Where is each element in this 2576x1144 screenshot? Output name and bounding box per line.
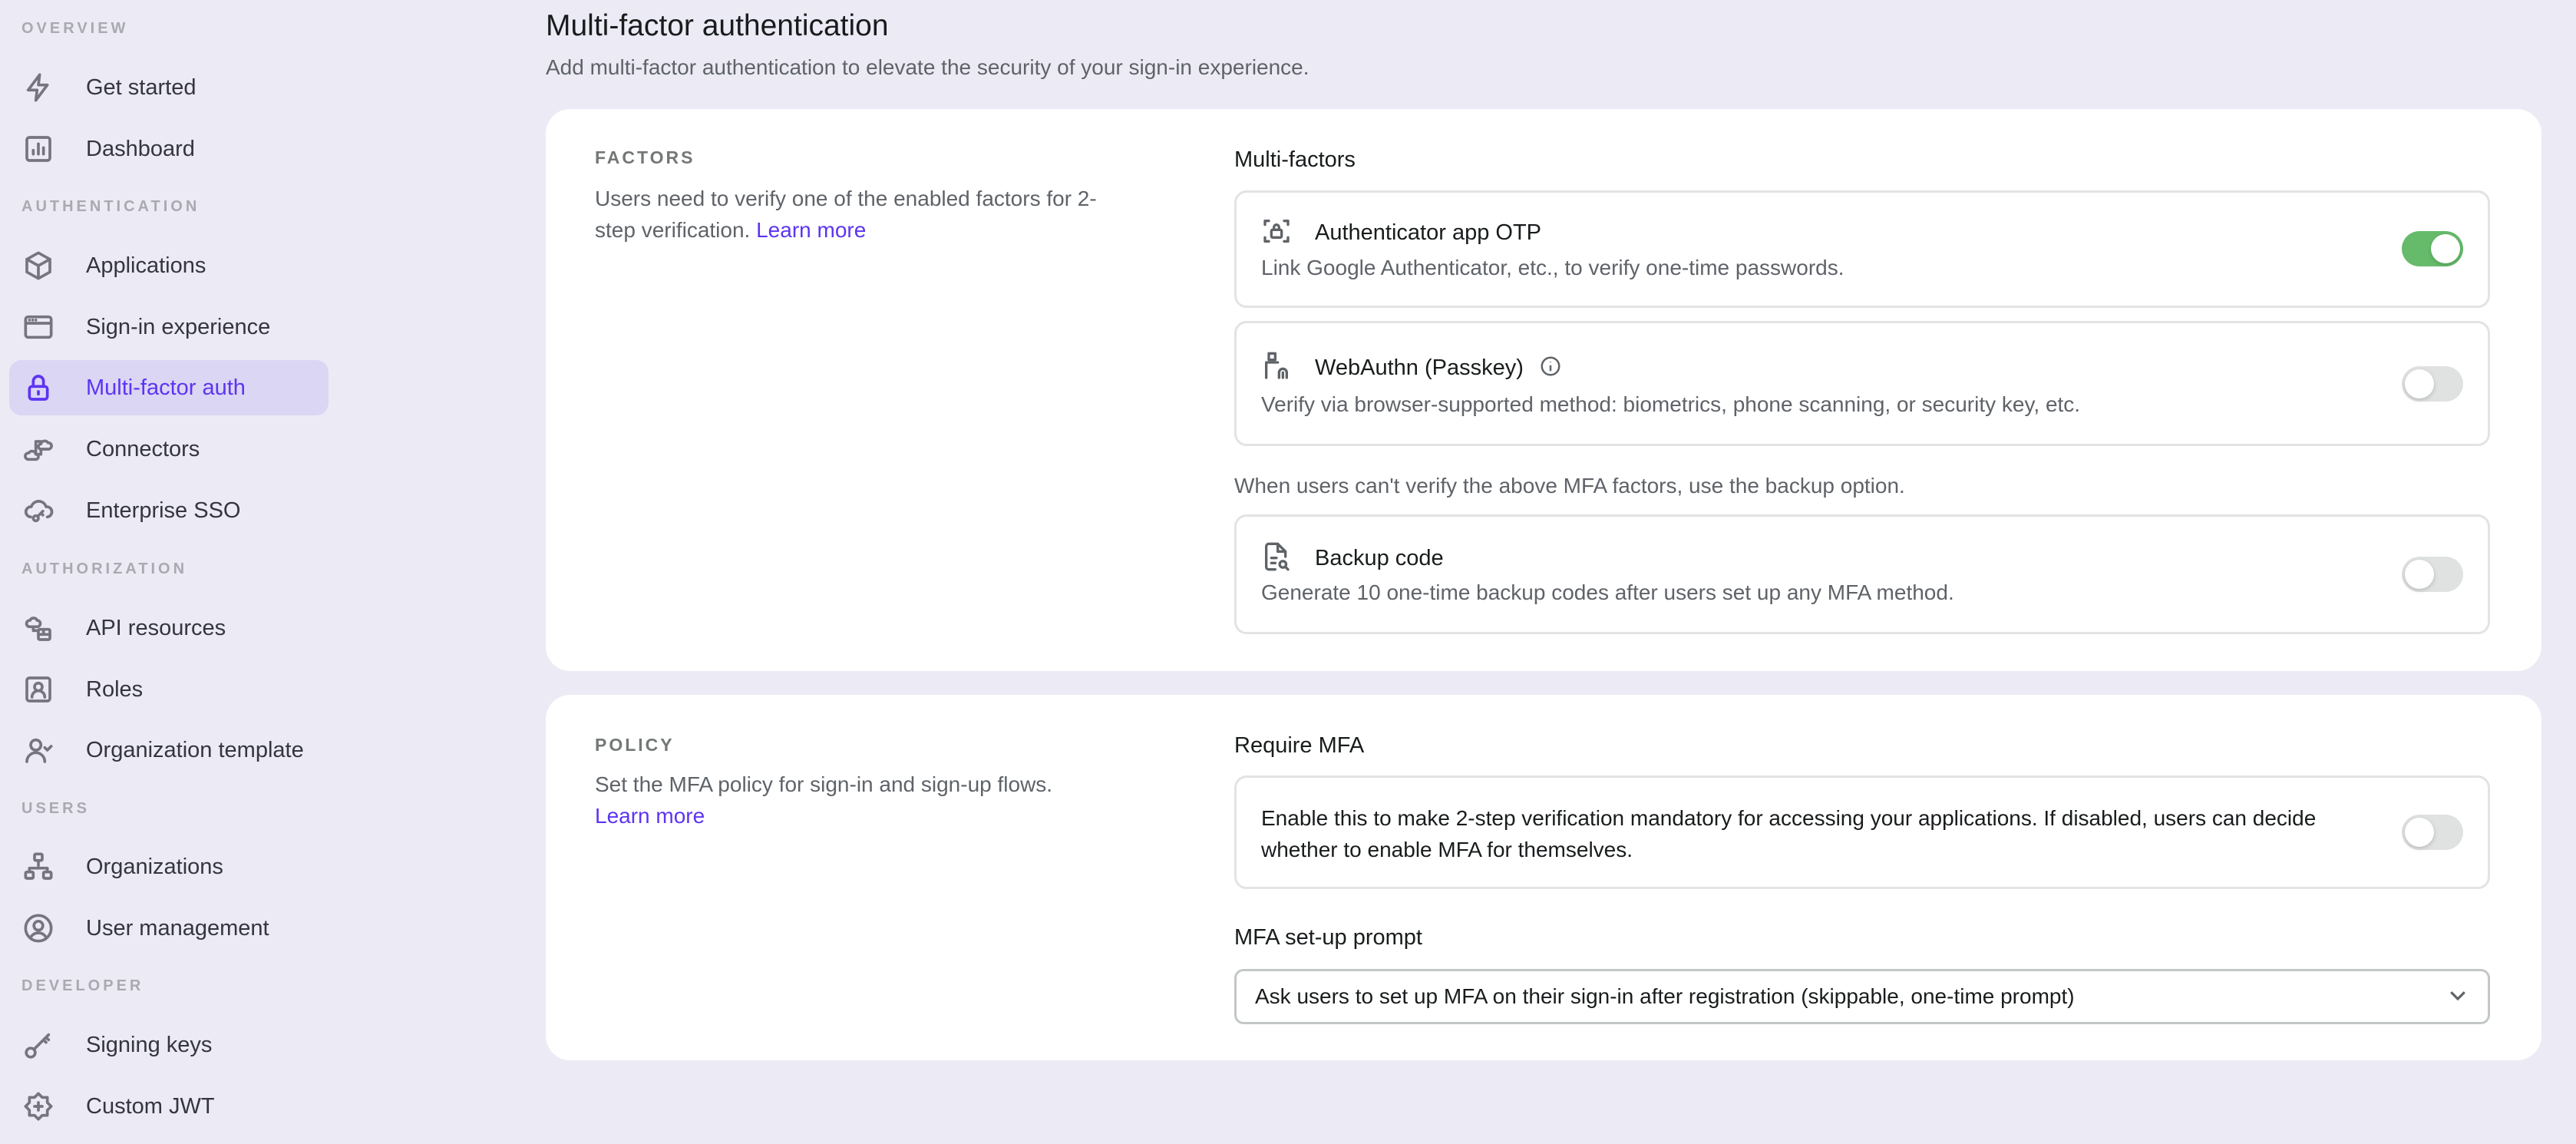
policy-description: Set the MFA policy for sign-in and sign-… <box>595 769 1132 832</box>
sidebar-item-enterprise-sso[interactable]: Enterprise SSO <box>9 483 329 538</box>
multi-factors-label: Multi-factors <box>1234 147 1356 172</box>
factor-title: Backup code <box>1315 546 1444 570</box>
factor-webauthn: WebAuthn (Passkey) Verify via browser-su… <box>1234 321 2490 446</box>
cloud-connector-icon <box>21 432 55 466</box>
factors-learn-more-link[interactable]: Learn more <box>756 218 866 242</box>
chevron-down-icon <box>2446 984 2488 1010</box>
factor-authenticator-otp: Authenticator app OTP Link Google Authen… <box>1234 190 2490 308</box>
factor-description: Verify via browser-supported method: bio… <box>1261 392 2081 416</box>
webauthn-toggle[interactable] <box>2402 366 2463 402</box>
user-circle-icon <box>21 911 55 945</box>
sidebar-item-label: Roles <box>86 676 144 702</box>
sidebar-item-label: Organizations <box>86 854 223 879</box>
factor-head: Backup code <box>1261 541 1444 576</box>
sidebar-item-get-started[interactable]: Get started <box>9 60 329 115</box>
mfa-setup-prompt-select[interactable]: Ask users to set up MFA on their sign-in… <box>1234 969 2490 1024</box>
cloud-key-icon <box>21 494 55 527</box>
backup-hint: When users can't verify the above MFA fa… <box>1234 474 1905 498</box>
user-check-icon <box>21 733 55 767</box>
sidebar-section-authentication: AUTHENTICATION <box>21 198 200 215</box>
lightning-icon <box>21 71 55 104</box>
factor-description: Link Google Authenticator, etc., to veri… <box>1261 256 1844 279</box>
sidebar-item-label: User management <box>86 915 269 941</box>
sidebar-item-applications[interactable]: Applications <box>9 238 329 293</box>
sidebar-item-dashboard[interactable]: Dashboard <box>9 121 329 177</box>
passkey-fingerprint-icon <box>1261 351 1292 385</box>
require-mfa-toggle[interactable] <box>2402 815 2463 850</box>
sidebar-item-roles[interactable]: Roles <box>9 662 329 717</box>
sidebar-section-overview: OVERVIEW <box>21 20 129 37</box>
sidebar-item-label: Applications <box>86 253 206 278</box>
sidebar-item-connectors[interactable]: Connectors <box>9 422 329 477</box>
require-mfa-label: Require MFA <box>1234 733 1365 758</box>
sidebar-item-label: Enterprise SSO <box>86 498 241 523</box>
policy-description-text: Set the MFA policy for sign-in and sign-… <box>595 772 1053 796</box>
sidebar-item-label: Signing keys <box>86 1032 213 1057</box>
sidebar-item-label: Custom JWT <box>86 1093 215 1119</box>
sidebar-item-label: Multi-factor auth <box>86 375 246 400</box>
factor-title: Authenticator app OTP <box>1315 220 1541 245</box>
sidebar: OVERVIEW Get started Dashboard AUTHENTIC… <box>0 0 338 1144</box>
sidebar-item-label: Sign-in experience <box>86 314 271 339</box>
org-tree-icon <box>21 850 55 884</box>
document-search-icon <box>1261 541 1292 576</box>
sidebar-section-developer: DEVELOPER <box>21 977 144 994</box>
user-badge-icon <box>21 673 55 706</box>
cloud-database-icon <box>21 611 55 645</box>
sidebar-item-multi-factor-auth[interactable]: Multi-factor auth <box>9 360 329 415</box>
toggle-knob <box>2405 818 2434 847</box>
backup-code-toggle[interactable] <box>2402 557 2463 592</box>
factor-description: Generate 10 one-time backup codes after … <box>1261 580 1954 604</box>
sidebar-item-organization-template[interactable]: Organization template <box>9 722 329 778</box>
qr-lock-icon <box>1261 216 1292 250</box>
toggle-knob <box>2405 369 2434 398</box>
sidebar-item-api-resources[interactable]: API resources <box>9 600 329 656</box>
sidebar-item-label: API resources <box>86 615 226 640</box>
browser-window-icon <box>21 310 55 344</box>
require-mfa-box: Enable this to make 2-step verification … <box>1234 775 2490 889</box>
sidebar-item-signing-keys[interactable]: Signing keys <box>9 1017 329 1073</box>
key-icon <box>21 1028 55 1062</box>
sidebar-item-sign-in-experience[interactable]: Sign-in experience <box>9 299 329 355</box>
factors-description: Users need to verify one of the enabled … <box>595 183 1132 246</box>
policy-learn-more-link[interactable]: Learn more <box>595 804 705 828</box>
info-icon[interactable] <box>1524 355 1562 382</box>
sidebar-section-users: USERS <box>21 800 90 817</box>
chart-icon <box>21 132 55 166</box>
mfa-setup-prompt-label: MFA set-up prompt <box>1234 925 1422 950</box>
sidebar-item-organizations[interactable]: Organizations <box>9 839 329 894</box>
factor-title: WebAuthn (Passkey) <box>1315 355 1524 380</box>
factor-backup-code: Backup code Generate 10 one-time backup … <box>1234 514 2490 634</box>
sidebar-item-label: Organization template <box>86 737 304 762</box>
select-value: Ask users to set up MFA on their sign-in… <box>1255 984 2075 1008</box>
sidebar-section-authorization: AUTHORIZATION <box>21 560 188 577</box>
lock-icon <box>21 371 55 405</box>
toggle-knob <box>2405 560 2434 589</box>
authenticator-otp-toggle[interactable] <box>2402 231 2463 266</box>
cube-icon <box>21 249 55 283</box>
factors-section-title: FACTORS <box>595 147 695 167</box>
sidebar-item-user-management[interactable]: User management <box>9 901 329 956</box>
sidebar-item-label: Connectors <box>86 436 200 461</box>
page-title: Multi-factor authentication <box>546 9 889 42</box>
factor-head: WebAuthn (Passkey) <box>1261 351 1562 385</box>
sidebar-item-custom-jwt[interactable]: Custom JWT <box>9 1079 329 1134</box>
page-subtitle: Add multi-factor authentication to eleva… <box>546 55 1309 79</box>
sidebar-item-label: Get started <box>86 74 197 100</box>
factor-head: Authenticator app OTP <box>1261 216 1541 250</box>
badge-plus-icon <box>21 1089 55 1123</box>
require-mfa-text: Enable this to make 2-step verification … <box>1261 806 2317 861</box>
toggle-knob <box>2431 234 2460 263</box>
sidebar-item-label: Dashboard <box>86 136 195 161</box>
policy-section-title: POLICY <box>595 735 675 755</box>
